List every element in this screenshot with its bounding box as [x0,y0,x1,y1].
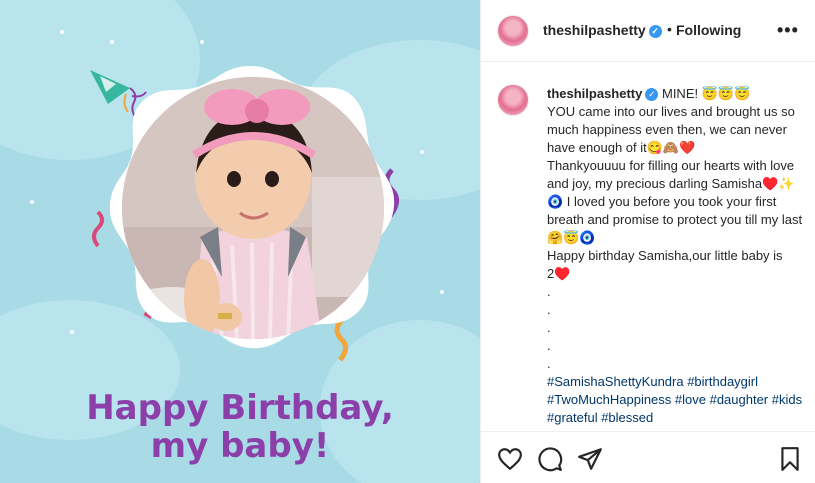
caption-text: theshilpashetty ✓ MINE! 😇😇😇 YOU came into… [547,85,805,427]
heart-icon[interactable] [497,446,523,472]
separator-dot: • [667,21,672,37]
caption-area: theshilpashetty ✓ MINE! 😇😇😇 YOU came into… [481,62,815,432]
post-panel: theshilpashetty ✓ • Following ••• theshil… [480,0,815,483]
post-image[interactable]: Happy Birthday, my baby! [0,0,480,483]
confetti-dot [420,150,424,154]
save-icon[interactable] [777,446,803,472]
caption-line: . [547,302,551,317]
confetti-dot [200,40,204,44]
caption-line: YOU came into our lives and brought us s… [547,104,795,155]
streamer-icon [92,210,104,248]
caption-line: . [547,284,551,299]
caption-line: MINE! 😇😇😇 [661,86,751,101]
caption-line: Thankyouuuu for filling our hearts with … [547,158,803,245]
comment-icon[interactable] [537,446,563,472]
baby-photo [122,77,384,339]
headline-line-1: Happy Birthday, [86,388,394,428]
confetti-dot [440,290,444,294]
action-bar [481,432,815,483]
avatar[interactable] [497,84,529,116]
following-button[interactable]: Following [676,22,741,38]
caption-line: . [547,320,551,335]
hashtags[interactable]: #SamishaShettyKundra #birthdaygirl #TwoM… [547,373,805,427]
caption-line: . [547,338,551,353]
username-link[interactable]: theshilpashetty ✓ [543,22,662,38]
caption-line: . [547,356,551,371]
more-options-icon[interactable]: ••• [777,20,799,41]
confetti-dot [60,30,64,34]
caption-line: Happy birthday Samisha,our little baby i… [547,248,783,281]
username: theshilpashetty [543,22,646,38]
avatar[interactable] [497,15,529,47]
confetti-dot [110,40,114,44]
confetti-dot [30,200,34,204]
post-header: theshilpashetty ✓ • Following ••• [481,0,815,62]
confetti-dot [70,330,74,334]
caption-username[interactable]: theshilpashetty [547,86,642,101]
verified-badge-icon: ✓ [648,25,662,38]
headline-line-2: my baby! [150,426,330,466]
verified-badge-icon: ✓ [645,88,659,101]
share-icon[interactable] [577,446,603,472]
